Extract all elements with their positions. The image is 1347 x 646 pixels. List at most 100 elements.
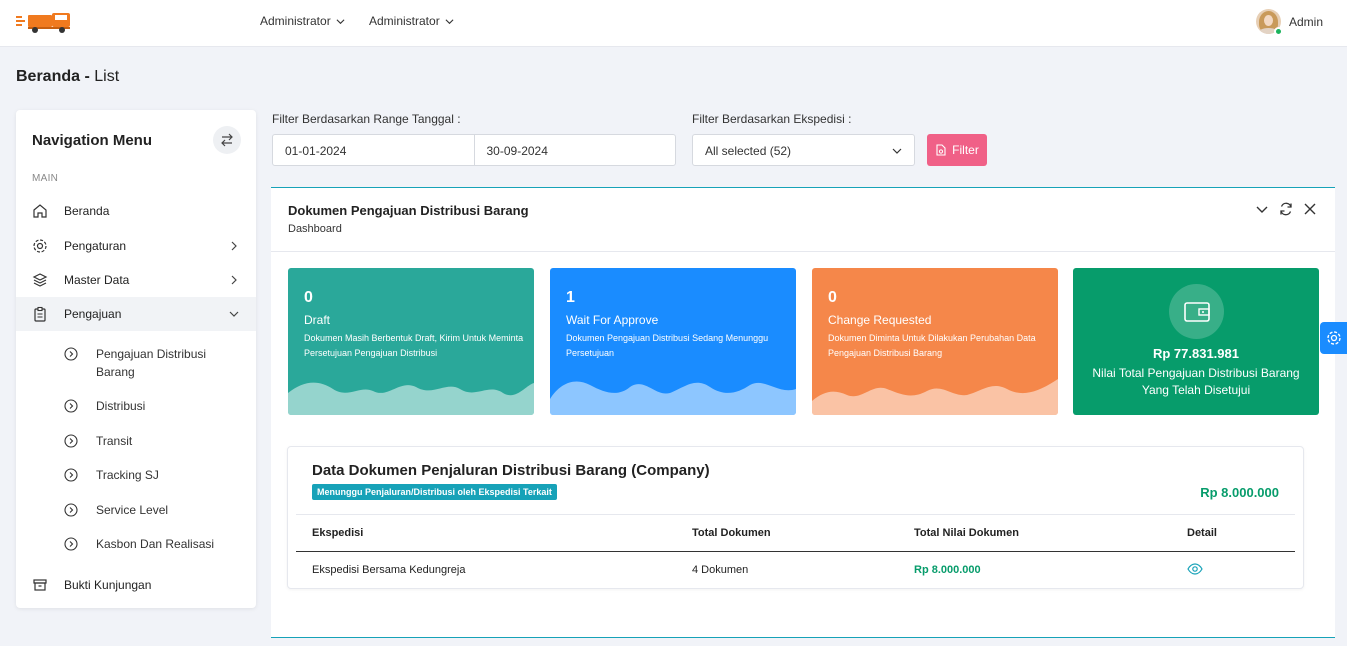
sidebar-subitem-distribusi[interactable]: Distribusi [64, 397, 145, 415]
chevron-right-icon [231, 275, 237, 285]
page-title-rest: List [89, 68, 120, 85]
total-amount-label: Nilai Total Pengajuan Distribusi Barang … [1092, 366, 1300, 397]
sidebar-subitem-service-level[interactable]: Service Level [64, 501, 168, 519]
stat-description: Dokumen Pengajuan Distribusi Sedang Menu… [566, 333, 769, 358]
date-to-field[interactable]: 30-09-2024 [473, 135, 676, 165]
user-menu[interactable]: Admin [1255, 9, 1323, 34]
theme-settings-button[interactable] [1320, 322, 1347, 354]
cell-ekspedisi: Ekspedisi Bersama Kedungreja [312, 564, 466, 576]
column-header-detail: Detail [1187, 527, 1217, 539]
wave-decoration [812, 379, 1058, 415]
circle-chevron-right-icon [64, 503, 78, 517]
sidebar-item-label: Pengaturan [64, 239, 127, 253]
admin-menu-2-label: Administrator [369, 14, 440, 28]
ekspedisi-select[interactable]: All selected (52) [692, 134, 915, 166]
cell-total-nilai: Rp 8.000.000 [914, 564, 981, 576]
home-icon [33, 204, 47, 218]
wave-decoration [550, 381, 796, 415]
filter-button-label: Filter [952, 143, 979, 157]
stat-card-total-approved[interactable]: Rp 77.831.981 Nilai Total Pengajuan Dist… [1073, 268, 1319, 415]
truck-logo[interactable] [15, 11, 73, 33]
column-header-total-dokumen: Total Dokumen [692, 527, 771, 539]
sidebar: Navigation Menu MAIN Beranda Pengaturan … [16, 110, 256, 608]
chevron-down-icon [445, 18, 454, 24]
sidebar-subitem-label: Service Level [96, 503, 169, 517]
chevron-down-icon [892, 148, 902, 154]
wave-decoration [288, 382, 534, 415]
sidebar-item-label: Master Data [64, 273, 130, 287]
sidebar-item-label: Pengajuan [64, 307, 122, 321]
circle-chevron-right-icon [64, 537, 78, 551]
swap-arrows-icon [221, 133, 233, 147]
sidebar-subitem-label: Kasbon Dan Realisasi [96, 537, 215, 551]
refresh-icon[interactable] [1279, 202, 1293, 216]
panel-subtitle: Dashboard [288, 223, 342, 235]
online-status-dot [1274, 27, 1283, 36]
close-icon[interactable] [1303, 202, 1317, 216]
wallet-icon [1183, 301, 1210, 322]
distribution-table: Ekspedisi Total Dokumen Total Nilai Doku… [296, 514, 1295, 590]
filter-document-icon [936, 144, 946, 156]
date-from-field[interactable]: 01-01-2024 [273, 135, 474, 165]
circle-chevron-right-icon [64, 347, 78, 361]
sidebar-subitem-label: Pengajuan Distribusi Barang [96, 347, 207, 379]
chevron-down-icon [229, 311, 239, 317]
wallet-icon-circle [1169, 284, 1224, 339]
stat-description: Dokumen Masih Berbentuk Draft, Kirim Unt… [304, 333, 524, 358]
date-range-label: Filter Berdasarkan Range Tanggal : [272, 112, 461, 126]
admin-menu-1[interactable]: Administrator [260, 0, 345, 42]
column-header-ekspedisi: Ekspedisi [312, 527, 364, 539]
top-navbar: Administrator Administrator Admin [0, 0, 1347, 47]
sidebar-section-main: MAIN [32, 173, 59, 184]
stat-count: 0 [828, 289, 837, 306]
stat-card-change-requested[interactable]: 0 Change Requested Dokumen Diminta Untuk… [812, 268, 1058, 415]
table-card-total: Rp 8.000.000 [1200, 485, 1279, 500]
sidebar-item-master-data[interactable]: Master Data [16, 263, 256, 297]
panel-tools [1255, 202, 1317, 216]
collapse-chevron-icon[interactable] [1255, 202, 1269, 216]
gear-icon [1326, 331, 1341, 345]
cell-total-dokumen: 4 Dokumen [692, 564, 749, 576]
sidebar-subitem-pengajuan-distribusi-barang[interactable]: Pengajuan Distribusi Barang [64, 345, 234, 381]
ekspedisi-select-value: All selected (52) [705, 144, 792, 158]
view-detail-button[interactable] [1187, 563, 1203, 575]
admin-menu-1-label: Administrator [260, 14, 331, 28]
filter-button[interactable]: Filter [927, 134, 987, 166]
sidebar-subitem-tracking-sj[interactable]: Tracking SJ [64, 466, 159, 484]
table-row: Ekspedisi Bersama Kedungreja 4 Dokumen R… [296, 552, 1295, 590]
sidebar-subitem-transit[interactable]: Transit [64, 432, 132, 450]
sidebar-item-beranda[interactable]: Beranda [16, 194, 256, 228]
stat-label: Wait For Approve [566, 313, 659, 327]
sidebar-title: Navigation Menu [32, 132, 153, 149]
main-panel: Dokumen Pengajuan Distribusi Barang Dash… [271, 187, 1335, 638]
sidebar-subitem-label: Transit [96, 434, 133, 448]
table-card-title: Data Dokumen Penjaluran Distribusi Baran… [312, 462, 710, 479]
total-amount: Rp 77.831.981 [1152, 346, 1239, 361]
column-header-total-nilai: Total Nilai Dokumen [914, 527, 1019, 539]
admin-menu-2[interactable]: Administrator [369, 0, 454, 42]
stat-count: 1 [566, 289, 575, 306]
circle-chevron-right-icon [64, 434, 78, 448]
panel-header: Dokumen Pengajuan Distribusi Barang Dash… [271, 188, 1335, 252]
stat-description: Dokumen Diminta Untuk Dilakukan Perubaha… [828, 333, 1036, 358]
sidebar-subitem-kasbon-dan-realisasi[interactable]: Kasbon Dan Realisasi [64, 535, 214, 553]
sidebar-item-pengaturan[interactable]: Pengaturan [16, 229, 256, 263]
stat-card-wait-for-approve[interactable]: 1 Wait For Approve Dokumen Pengajuan Dis… [550, 268, 796, 415]
gear-icon [33, 239, 47, 253]
sidebar-item-bukti-kunjungan[interactable]: Bukti Kunjungan [16, 568, 256, 602]
sidebar-toggle-button[interactable] [213, 126, 241, 154]
date-range-input[interactable]: 01-01-2024 30-09-2024 [272, 134, 676, 166]
ekspedisi-filter-label: Filter Berdasarkan Ekspedisi : [692, 112, 852, 126]
sidebar-item-label: Bukti Kunjungan [64, 578, 152, 592]
archive-icon [33, 579, 47, 591]
sidebar-item-pengajuan[interactable]: Pengajuan [16, 297, 256, 331]
stat-count: 0 [304, 289, 313, 306]
chevron-down-icon [336, 18, 345, 24]
page-title: Beranda - List [16, 68, 119, 86]
stat-card-draft[interactable]: 0 Draft Dokumen Masih Berbentuk Draft, K… [288, 268, 534, 415]
panel-title: Dokumen Pengajuan Distribusi Barang [288, 203, 529, 218]
circle-chevron-right-icon [64, 468, 78, 482]
layers-icon [32, 273, 48, 287]
circle-chevron-right-icon [64, 399, 78, 413]
sidebar-subitem-label: Distribusi [96, 399, 146, 413]
